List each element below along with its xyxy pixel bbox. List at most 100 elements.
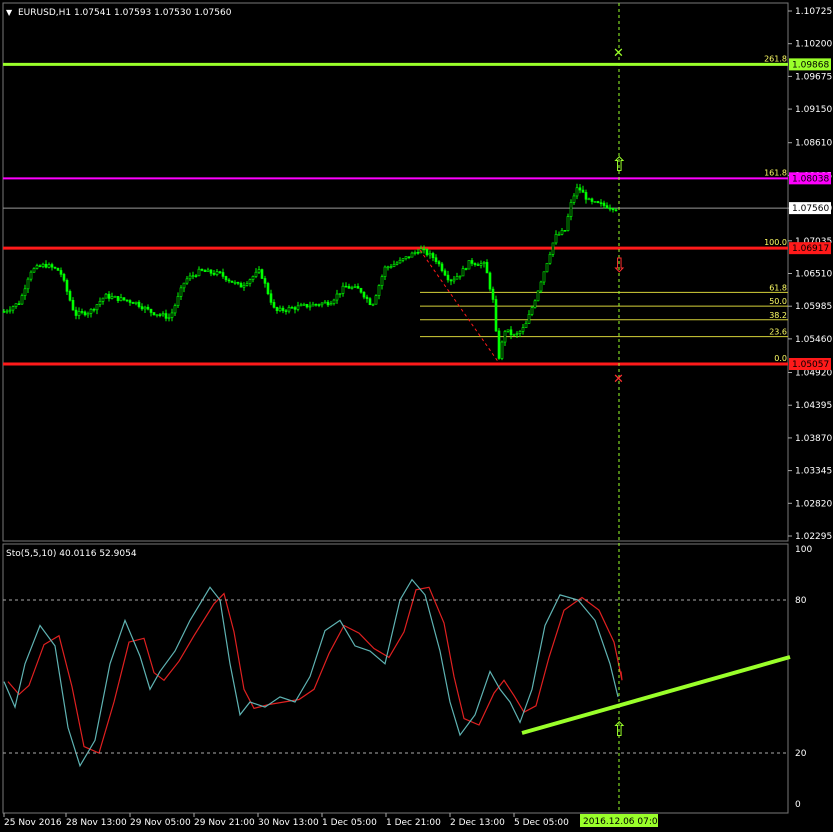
candle-body	[422, 248, 426, 251]
candle-body	[2, 311, 6, 313]
candle-body	[596, 201, 600, 203]
candle-body	[485, 262, 489, 274]
price-level-value: 1.06917	[792, 244, 829, 254]
candle-body	[14, 303, 18, 307]
candle-body	[116, 296, 120, 302]
stoch-main-line	[3, 578, 619, 768]
candle-body	[254, 271, 258, 277]
candle-body	[155, 314, 159, 316]
candle-body	[497, 330, 501, 359]
fibonacci-retracement[interactable]: 61.8 50.0 38.2 23.6	[420, 63, 788, 338]
candlestick-series	[2, 183, 618, 361]
arrow-up-icon[interactable]: ⇧	[611, 717, 628, 741]
price-tick-label: 1.06510	[795, 270, 832, 280]
candle-body	[245, 283, 249, 286]
candle-body	[434, 257, 438, 262]
time-tick-label: 1 Dec 21:00	[386, 818, 441, 828]
fib-level-label: 38.2	[769, 311, 787, 320]
close-icon[interactable]: ✕	[613, 46, 624, 61]
candle-body	[590, 198, 594, 202]
candle-body	[230, 280, 234, 283]
candle-body	[110, 296, 114, 299]
candle-body	[371, 303, 375, 306]
price-level-value: 1.05057	[792, 360, 829, 370]
price-tick-label: 1.09150	[795, 105, 832, 115]
candle-body	[83, 311, 87, 316]
candle-body	[401, 258, 405, 261]
mt4-chart-window[interactable]: ▼ EURUSD,H1 1.07541 1.07593 1.07530 1.07…	[0, 0, 833, 832]
candle-body	[413, 252, 417, 254]
price-level-value: 1.07560	[792, 204, 829, 214]
candle-body	[107, 293, 111, 299]
candle-body	[296, 305, 300, 310]
candle-body	[188, 275, 192, 280]
candle-body	[221, 272, 225, 277]
candle-body	[377, 285, 381, 296]
candle-body	[278, 307, 282, 311]
stoch-signal-line	[7, 586, 623, 754]
candle-body	[608, 207, 612, 210]
candle-body	[539, 281, 543, 292]
candle-body	[425, 249, 429, 256]
candle-body	[140, 306, 144, 310]
time-tick-label: 1 Dec 05:00	[322, 818, 377, 828]
candle-body	[227, 279, 231, 282]
candle-body	[389, 266, 393, 268]
arrow-down-icon[interactable]: ⇩	[611, 253, 628, 277]
price-tick-label: 1.05985	[795, 302, 832, 312]
price-tick-label: 1.02295	[795, 532, 832, 542]
price-tick-label: 1.03870	[795, 434, 832, 444]
candle-body	[209, 269, 213, 274]
candle-body	[50, 264, 54, 268]
fib-extension-label: 100.0	[764, 238, 787, 247]
price-tick-label: 1.08610	[795, 139, 832, 149]
price-tick-label: 1.03345	[795, 467, 832, 477]
candle-body	[383, 266, 387, 278]
stoch-trendline[interactable]	[521, 655, 791, 735]
price-tick-label: 1.04920	[795, 369, 832, 379]
candle-body	[224, 276, 228, 281]
horizontal-levels[interactable]: 1.09868 261.8 1.08038 161.8 1.07560 1.06917 10…	[3, 54, 831, 370]
candle-body	[467, 260, 471, 270]
candle-body	[332, 299, 336, 304]
candle-body	[431, 253, 435, 259]
candle-body	[437, 261, 441, 265]
candle-body	[23, 288, 27, 296]
candle-body	[374, 295, 378, 305]
candle-body	[491, 288, 495, 300]
candle-body	[518, 331, 522, 334]
candle-body	[386, 266, 390, 269]
candle-body	[500, 341, 504, 359]
candle-body	[71, 300, 75, 311]
time-tick-label: 2 Dec 13:00	[450, 818, 505, 828]
candle-body	[350, 287, 354, 289]
candle-body	[113, 296, 117, 298]
time-tick-label: 30 Nov 13:00	[258, 818, 319, 828]
candle-body	[449, 279, 453, 282]
candle-body	[44, 263, 48, 268]
price-tick-label: 1.02820	[795, 499, 832, 509]
candle-body	[560, 230, 564, 235]
candle-body	[512, 334, 516, 336]
time-tick-label: 28 Nov 13:00	[66, 818, 127, 828]
candle-body	[521, 327, 525, 332]
chevron-down-icon[interactable]: ▼	[6, 8, 13, 17]
time-axis: 25 Nov 2016 28 Nov 13:00 29 Nov 05:00 29 No…	[3, 813, 569, 828]
price-level-value: 1.09868	[792, 60, 829, 70]
candle-body	[272, 302, 276, 308]
arrow-up-icon[interactable]: ⇧	[611, 152, 628, 176]
candle-body	[158, 314, 162, 316]
candle-body	[89, 308, 93, 314]
candle-body	[293, 307, 297, 310]
candle-body	[545, 262, 549, 273]
candle-body	[416, 252, 420, 254]
candle-body	[536, 290, 540, 302]
candle-body	[458, 275, 462, 278]
close-icon[interactable]: ✕	[613, 372, 624, 387]
candle-body	[323, 301, 327, 304]
time-tick-label: 25 Nov 2016	[4, 818, 62, 828]
candle-body	[542, 271, 546, 283]
candle-body	[218, 271, 222, 273]
price-axis: 1.10725 1.10200 1.09675 1.09150 1.08610 1.080…	[788, 7, 832, 542]
candle-body	[584, 192, 588, 200]
